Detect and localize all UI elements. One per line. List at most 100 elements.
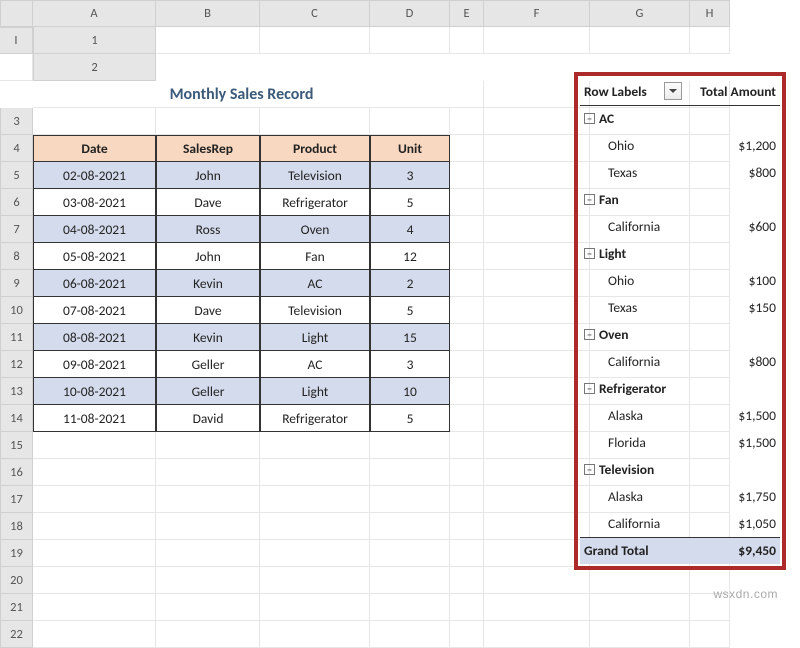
cell[interactable] [33, 432, 156, 459]
column-header-E[interactable]: E [450, 0, 484, 27]
cell[interactable] [450, 567, 484, 594]
table-header-unit[interactable]: Unit [370, 135, 450, 162]
cell[interactable] [450, 432, 484, 459]
table-cell[interactable]: 2 [370, 270, 450, 297]
cell[interactable] [156, 594, 260, 621]
pivot-child-label[interactable]: Ohio [580, 132, 684, 159]
pivot-child-label[interactable]: California [580, 510, 684, 537]
cell[interactable] [156, 486, 260, 513]
row-header-3[interactable]: 3 [0, 108, 33, 135]
table-cell[interactable]: 5 [370, 405, 450, 432]
cell[interactable] [260, 594, 370, 621]
pivot-group[interactable]: −Television [580, 456, 684, 483]
pivot-child-label[interactable]: California [580, 348, 684, 375]
pivot-child-label[interactable]: Alaska [580, 402, 684, 429]
cell[interactable] [156, 567, 260, 594]
row-header-8[interactable]: 8 [0, 243, 33, 270]
row-header-9[interactable]: 9 [0, 270, 33, 297]
table-cell[interactable]: 11-08-2021 [33, 405, 156, 432]
table-cell[interactable]: 04-08-2021 [33, 216, 156, 243]
pivot-group[interactable]: −Oven [580, 321, 684, 348]
table-cell[interactable]: 02-08-2021 [33, 162, 156, 189]
table-cell[interactable]: 09-08-2021 [33, 351, 156, 378]
row-header-11[interactable]: 11 [0, 324, 33, 351]
cell[interactable] [450, 621, 484, 648]
table-cell[interactable]: John [156, 162, 260, 189]
cell[interactable] [260, 27, 370, 54]
cell[interactable] [450, 108, 484, 135]
row-header-7[interactable]: 7 [0, 216, 33, 243]
table-cell[interactable]: AC [260, 270, 370, 297]
collapse-icon[interactable]: − [584, 464, 595, 475]
cell[interactable] [33, 567, 156, 594]
cell[interactable] [450, 594, 484, 621]
collapse-icon[interactable]: − [584, 113, 595, 124]
row-header-22[interactable]: 22 [0, 621, 33, 648]
cell[interactable] [450, 162, 484, 189]
pivot-group[interactable]: −Light [580, 240, 684, 267]
cell[interactable] [484, 567, 590, 594]
pivot-child-label[interactable]: California [580, 213, 684, 240]
column-header-H[interactable]: H [690, 0, 730, 27]
cell[interactable] [33, 108, 156, 135]
pivot-child-label[interactable]: Ohio [580, 267, 684, 294]
cell[interactable] [33, 540, 156, 567]
column-header-F[interactable]: F [484, 0, 590, 27]
row-header-4[interactable]: 4 [0, 135, 33, 162]
cell[interactable] [450, 27, 484, 54]
row-labels-dropdown[interactable] [664, 82, 682, 100]
cell[interactable] [156, 540, 260, 567]
cell[interactable] [156, 432, 260, 459]
cell[interactable] [450, 486, 484, 513]
pivot-child-label[interactable]: Alaska [580, 483, 684, 510]
cell[interactable] [450, 216, 484, 243]
table-cell[interactable]: Dave [156, 189, 260, 216]
cell[interactable] [33, 594, 156, 621]
cell[interactable] [450, 297, 484, 324]
table-cell[interactable]: Fan [260, 243, 370, 270]
table-cell[interactable]: Ross [156, 216, 260, 243]
cell[interactable] [260, 432, 370, 459]
row-header-5[interactable]: 5 [0, 162, 33, 189]
column-header-D[interactable]: D [370, 0, 450, 27]
cell[interactable] [370, 459, 450, 486]
cell[interactable] [370, 621, 450, 648]
cell[interactable] [690, 621, 730, 648]
table-cell[interactable]: 05-08-2021 [33, 243, 156, 270]
cell[interactable] [156, 621, 260, 648]
row-header-17[interactable]: 17 [0, 486, 33, 513]
table-cell[interactable]: 10-08-2021 [33, 378, 156, 405]
row-header-6[interactable]: 6 [0, 189, 33, 216]
cell[interactable] [370, 486, 450, 513]
cell[interactable] [450, 135, 484, 162]
cell[interactable] [484, 621, 590, 648]
cell[interactable] [156, 27, 260, 54]
row-header-1[interactable]: 1 [33, 27, 156, 54]
table-cell[interactable]: 07-08-2021 [33, 297, 156, 324]
cell[interactable] [450, 243, 484, 270]
cell[interactable] [260, 486, 370, 513]
pivot-group[interactable]: −Fan [580, 186, 684, 213]
table-cell[interactable]: Dave [156, 297, 260, 324]
table-cell[interactable]: 5 [370, 189, 450, 216]
collapse-icon[interactable]: − [584, 329, 595, 340]
column-header-A[interactable]: A [33, 0, 156, 27]
cell[interactable] [450, 324, 484, 351]
cell[interactable] [33, 486, 156, 513]
table-cell[interactable]: Kevin [156, 270, 260, 297]
table-cell[interactable]: Oven [260, 216, 370, 243]
column-header-C[interactable]: C [260, 0, 370, 27]
row-header-2[interactable]: 2 [33, 54, 156, 81]
cell[interactable] [450, 459, 484, 486]
cell[interactable] [590, 594, 690, 621]
cell[interactable] [450, 540, 484, 567]
pivot-header-row-labels[interactable]: Row Labels [580, 78, 684, 105]
collapse-icon[interactable]: − [584, 194, 595, 205]
table-header-product[interactable]: Product [260, 135, 370, 162]
cell[interactable] [33, 621, 156, 648]
row-header-10[interactable]: 10 [0, 297, 33, 324]
cell[interactable] [33, 513, 156, 540]
table-cell[interactable]: 10 [370, 378, 450, 405]
cell[interactable] [370, 27, 450, 54]
row-header-21[interactable]: 21 [0, 594, 33, 621]
